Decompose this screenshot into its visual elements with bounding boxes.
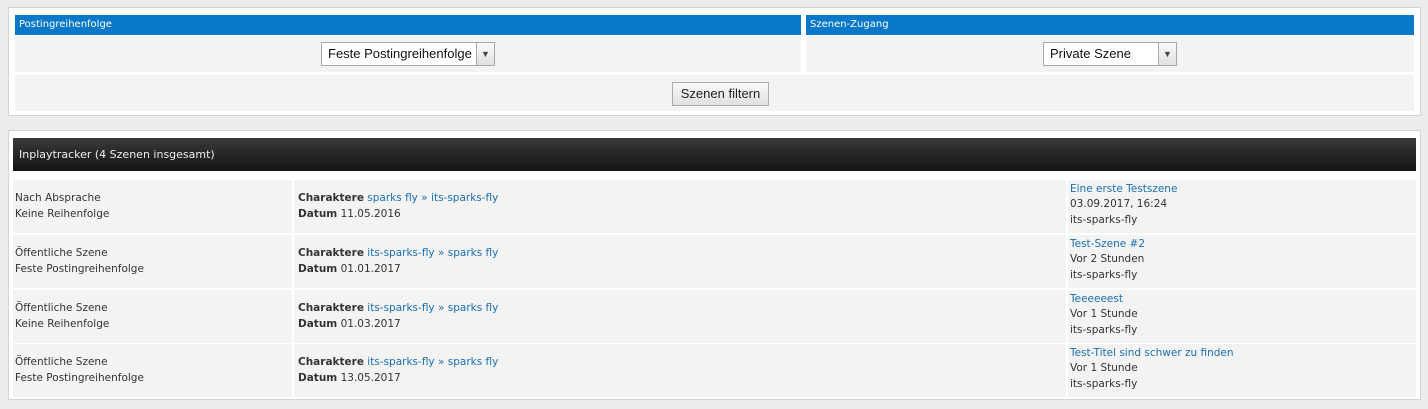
tracker-panel: Inplaytracker (4 Szenen insgesamt) Nach …	[8, 130, 1421, 400]
scene-settings-cell: Öffentliche Szene Keine Reihenfolge	[13, 290, 292, 343]
scene-title-link[interactable]: Test-Titel sind schwer zu finden	[1070, 346, 1416, 361]
filter-panel: Postingreihenfolge Szenen-Zugang Feste P…	[8, 7, 1421, 116]
last-post-cell: Teeeeeest Vor 1 Stunde its-sparks-fly	[1068, 290, 1416, 343]
posting-order-cell: Feste Postingreihenfolge ▼	[15, 36, 801, 72]
separator: »	[438, 356, 445, 368]
character-link[interactable]: sparks fly	[448, 247, 499, 259]
scene-info-cell: Charaktere its-sparks-fly » sparks fly D…	[294, 235, 1066, 288]
characters-label: Charaktere	[298, 192, 364, 204]
scene-title-link[interactable]: Eine erste Testszene	[1070, 182, 1416, 197]
chevron-down-icon[interactable]: ▼	[476, 43, 494, 65]
last-post-user: its-sparks-fly	[1070, 323, 1138, 336]
character-link[interactable]: sparks fly	[367, 192, 418, 204]
scene-date: 11.05.2016	[340, 208, 401, 220]
table-row: Nach Absprache Keine Reihenfolge Charakt…	[13, 180, 1416, 233]
scene-order-label: Feste Postingreihenfolge	[15, 263, 144, 275]
table-row: Öffentliche Szene Keine Reihenfolge Char…	[13, 290, 1416, 343]
scene-access-label: Nach Absprache	[15, 192, 101, 204]
last-post-user: its-sparks-fly	[1070, 377, 1138, 390]
posting-order-select[interactable]: Feste Postingreihenfolge ▼	[321, 42, 495, 66]
table-row: Öffentliche Szene Feste Postingreihenfol…	[13, 235, 1416, 288]
separator: »	[438, 302, 445, 314]
scene-info-cell: Charaktere its-sparks-fly » sparks fly D…	[294, 344, 1066, 397]
scene-date: 01.03.2017	[340, 318, 401, 330]
characters-label: Charaktere	[298, 302, 364, 314]
characters-label: Charaktere	[298, 247, 364, 259]
last-post-cell: Test-Titel sind schwer zu finden Vor 1 S…	[1068, 344, 1416, 397]
date-label: Datum	[298, 372, 338, 384]
separator: »	[421, 192, 428, 204]
character-link[interactable]: sparks fly	[448, 356, 499, 368]
scene-access-select[interactable]: Private Szene ▼	[1043, 42, 1177, 66]
scene-info-cell: Charaktere sparks fly » its-sparks-fly D…	[294, 180, 1066, 233]
tracker-title: Inplaytracker (4 Szenen insgesamt)	[13, 138, 1416, 171]
date-label: Datum	[298, 208, 338, 220]
last-post-user: its-sparks-fly	[1070, 213, 1138, 226]
last-post-cell: Test-Szene #2 Vor 2 Stunden its-sparks-f…	[1068, 235, 1416, 288]
last-post-time: Vor 1 Stunde	[1070, 308, 1138, 321]
last-post-time: Vor 2 Stunden	[1070, 253, 1145, 266]
last-post-time: Vor 1 Stunde	[1070, 362, 1138, 375]
scene-access-label: Öffentliche Szene	[15, 247, 108, 259]
character-link[interactable]: sparks fly	[448, 302, 499, 314]
scene-access-label: Öffentliche Szene	[15, 356, 108, 368]
character-link[interactable]: its-sparks-fly	[367, 247, 434, 259]
scene-title-link[interactable]: Test-Szene #2	[1070, 237, 1416, 252]
scene-access-selected: Private Szene	[1050, 46, 1131, 61]
filter-button-row: Szenen filtern	[15, 75, 1414, 111]
filter-scenes-button[interactable]: Szenen filtern	[672, 82, 769, 106]
scene-order-label: Feste Postingreihenfolge	[15, 372, 144, 384]
scene-access-label: Öffentliche Szene	[15, 302, 108, 314]
scene-settings-cell: Öffentliche Szene Feste Postingreihenfol…	[13, 344, 292, 397]
date-label: Datum	[298, 263, 338, 275]
scene-info-cell: Charaktere its-sparks-fly » sparks fly D…	[294, 290, 1066, 343]
posting-order-heading: Postingreihenfolge	[15, 15, 801, 35]
last-post-cell: Eine erste Testszene 03.09.2017, 16:24 i…	[1068, 180, 1416, 233]
separator: »	[438, 247, 445, 259]
last-post-user: its-sparks-fly	[1070, 268, 1138, 281]
last-post-time: 03.09.2017, 16:24	[1070, 198, 1168, 211]
scene-access-cell: Private Szene ▼	[806, 36, 1414, 72]
scene-settings-cell: Nach Absprache Keine Reihenfolge	[13, 180, 292, 233]
scene-title-link[interactable]: Teeeeeest	[1070, 292, 1416, 307]
scene-date: 01.01.2017	[340, 263, 401, 275]
characters-label: Charaktere	[298, 356, 364, 368]
character-link[interactable]: its-sparks-fly	[367, 302, 434, 314]
character-link[interactable]: its-sparks-fly	[431, 192, 498, 204]
scene-access-heading: Szenen-Zugang	[806, 15, 1414, 35]
scene-date: 13.05.2017	[340, 372, 401, 384]
chevron-down-icon[interactable]: ▼	[1158, 43, 1176, 65]
character-link[interactable]: its-sparks-fly	[367, 356, 434, 368]
scene-order-label: Keine Reihenfolge	[15, 208, 110, 220]
posting-order-selected: Feste Postingreihenfolge	[328, 46, 472, 61]
scene-settings-cell: Öffentliche Szene Feste Postingreihenfol…	[13, 235, 292, 288]
scene-order-label: Keine Reihenfolge	[15, 318, 110, 330]
table-row: Öffentliche Szene Feste Postingreihenfol…	[13, 344, 1416, 397]
date-label: Datum	[298, 318, 338, 330]
